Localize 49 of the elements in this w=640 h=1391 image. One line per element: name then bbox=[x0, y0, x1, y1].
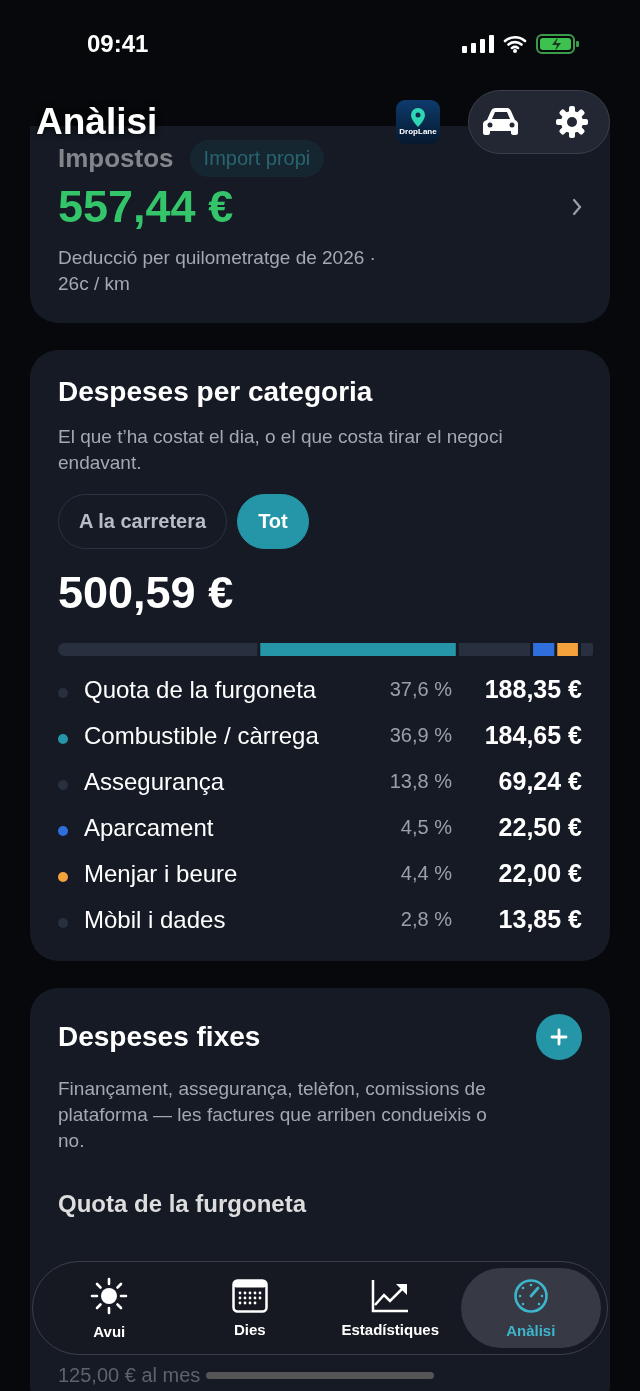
tab-item[interactable]: Avui bbox=[39, 1268, 180, 1348]
plus-icon bbox=[549, 1027, 569, 1047]
category-name: Combustible / càrrega bbox=[84, 721, 320, 750]
filter-button[interactable]: A la carretera bbox=[58, 494, 228, 549]
card-title: Impostos bbox=[58, 143, 174, 174]
category-amount: 22,00 € bbox=[497, 859, 582, 888]
card-title: Despeses fixes bbox=[58, 1021, 261, 1053]
category-amount: 13,85 € bbox=[497, 905, 582, 934]
tax-note: Deducció per quilometratge de 2026 · 26c / km bbox=[58, 246, 377, 296]
category-amount: 188,35 € bbox=[483, 675, 582, 704]
signal-icon bbox=[462, 35, 494, 53]
app-logo[interactable]: DropLane bbox=[396, 100, 440, 144]
chevron-icon bbox=[572, 198, 582, 216]
car-icon[interactable] bbox=[481, 106, 521, 138]
card-subtitle: El que t’ha costat el dia, o el que costa tirar el negoci endavant. bbox=[58, 425, 504, 475]
line-chart-icon bbox=[371, 1278, 410, 1313]
category-share: 13,8 % bbox=[389, 770, 452, 793]
expense-name: Quota de la furgoneta bbox=[58, 1190, 306, 1218]
filter-button[interactable]: Tot bbox=[237, 494, 309, 549]
tab-item[interactable]: Dies bbox=[179, 1268, 320, 1348]
category-share: 36,9 % bbox=[389, 724, 452, 747]
tax-amount: 557,44 € bbox=[58, 181, 234, 233]
category-share: 4,5 % bbox=[400, 816, 452, 839]
add-button[interactable] bbox=[536, 1014, 582, 1060]
category-share: 4,4 % bbox=[400, 862, 452, 885]
category-name: Menjar i beure bbox=[84, 859, 239, 888]
category-share: 2,8 % bbox=[400, 908, 452, 931]
wifi-icon bbox=[503, 35, 527, 53]
category-name: Assegurança bbox=[84, 767, 226, 796]
category-amount: 184,65 € bbox=[483, 721, 582, 750]
status-time: 09:41 bbox=[87, 30, 150, 58]
category-amount: 69,24 € bbox=[497, 767, 582, 796]
tab-item[interactable]: Estadístiques bbox=[320, 1268, 461, 1348]
sun-icon bbox=[90, 1276, 129, 1315]
category-share: 37,6 % bbox=[389, 678, 452, 701]
info-chip: Import propi bbox=[189, 140, 325, 177]
card-title: Despeses per categoria bbox=[58, 376, 374, 408]
category-name: Quota de la furgoneta bbox=[84, 675, 318, 704]
total-amount: 500,59 € bbox=[58, 567, 235, 619]
battery-icon bbox=[536, 34, 580, 54]
category-name: Mòbil i dades bbox=[84, 905, 227, 934]
tab-item[interactable]: Anàlisi bbox=[460, 1268, 601, 1348]
calendar-icon bbox=[231, 1278, 268, 1313]
gauge-icon bbox=[512, 1277, 549, 1314]
settings-icon[interactable] bbox=[555, 105, 589, 139]
category-name: Aparcament bbox=[84, 813, 215, 842]
category-amount: 22,50 € bbox=[497, 813, 582, 842]
card-subtitle: Finançament, assegurança, telèfon, comissions de plataforma — les factures que arriben condueixis o no. bbox=[58, 1077, 488, 1153]
expense-detail: 125,00 € al mes bbox=[58, 1364, 202, 1387]
